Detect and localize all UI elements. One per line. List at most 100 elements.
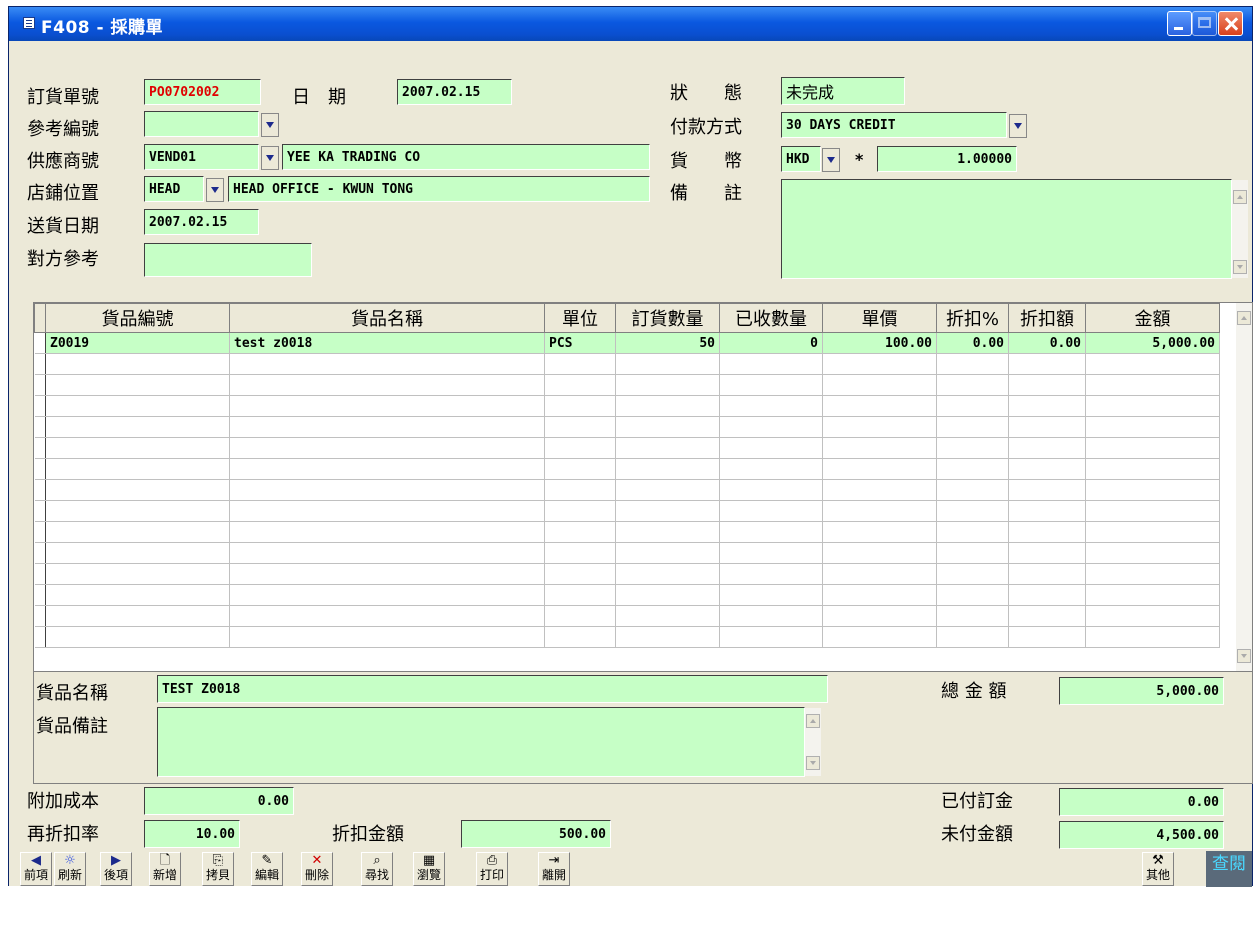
tools-icon: ⚒	[1152, 853, 1164, 868]
ref-no-field[interactable]	[144, 111, 259, 137]
col-discount-amt[interactable]: 折扣額	[1008, 303, 1086, 333]
currency-field[interactable]: HKD	[781, 146, 821, 172]
prev-button[interactable]: ◀ 前項	[20, 852, 52, 886]
edit-icon: ✎	[261, 853, 273, 868]
scroll-down-icon[interactable]	[1233, 260, 1247, 274]
discount-amt-label: 折扣金額	[332, 824, 404, 845]
title-bar[interactable]: F408 - 採購單	[9, 7, 1252, 41]
currency-dropdown-button[interactable]	[822, 148, 840, 172]
date-label: 日 期	[292, 87, 346, 108]
cell-item-name[interactable]: test z0018	[229, 332, 545, 354]
table-row[interactable]: Z0019 test z0018 PCS 50 0 100.00 0.00 0.…	[34, 332, 1220, 354]
table-row[interactable]	[34, 584, 1220, 606]
minimize-button[interactable]	[1167, 11, 1192, 36]
remark-field[interactable]	[781, 179, 1232, 279]
table-row[interactable]	[34, 416, 1220, 438]
table-row[interactable]	[34, 521, 1220, 543]
grid-scrollbar[interactable]	[1236, 303, 1252, 671]
other-button[interactable]: ⚒ 其他	[1142, 852, 1174, 886]
shop-code-field[interactable]: HEAD	[144, 176, 204, 202]
delete-button[interactable]: ✕ 刪除	[301, 852, 333, 886]
cell-unit-price[interactable]: 100.00	[822, 332, 937, 354]
date-field[interactable]: 2007.02.15	[397, 79, 512, 105]
table-row[interactable]	[34, 353, 1220, 375]
payment-field[interactable]: 30 DAYS CREDIT	[781, 112, 1007, 138]
total-field: 5,000.00	[1059, 677, 1224, 705]
delete-x-icon: ✕	[311, 853, 323, 868]
col-received-qty[interactable]: 已收數量	[719, 303, 823, 333]
shop-name-field[interactable]: HEAD OFFICE - KWUN TONG	[228, 176, 650, 202]
toolbar: ◀ 前項 ☼ 刷新 ▶ 後項 🗋 新增 ⎘ 拷貝 ✎ 編輯 ✕ 刪除 ⌕ 尋找	[9, 850, 1252, 887]
order-no-field[interactable]: PO0702002	[144, 79, 261, 105]
rediscount-label: 再折扣率	[27, 824, 99, 845]
vendor-name-field[interactable]: YEE KA TRADING CO	[282, 144, 650, 170]
edit-button[interactable]: ✎ 編輯	[251, 852, 283, 886]
cell-unit[interactable]: PCS	[544, 332, 616, 354]
cell-item-code[interactable]: Z0019	[45, 332, 230, 354]
scroll-up-icon[interactable]	[806, 714, 820, 728]
table-row[interactable]	[34, 479, 1220, 501]
next-button[interactable]: ▶ 後項	[100, 852, 132, 886]
table-row[interactable]	[34, 374, 1220, 396]
table-row[interactable]	[34, 458, 1220, 480]
rediscount-field[interactable]: 10.00	[144, 820, 240, 848]
col-order-qty[interactable]: 訂貨數量	[615, 303, 720, 333]
new-document-icon: 🗋	[159, 853, 171, 868]
remark-label: 備 註	[670, 183, 742, 204]
table-row[interactable]	[34, 437, 1220, 459]
col-item-name[interactable]: 貨品名稱	[229, 303, 545, 333]
shop-label: 店鋪位置	[27, 183, 99, 204]
remark-scrollbar[interactable]	[1232, 180, 1248, 278]
col-discount-pct[interactable]: 折扣%	[936, 303, 1009, 333]
cell-discount-pct[interactable]: 0.00	[936, 332, 1009, 354]
col-amount[interactable]: 金額	[1085, 303, 1220, 333]
copy-button[interactable]: ⎘ 拷貝	[202, 852, 234, 886]
cell-amount[interactable]: 5,000.00	[1085, 332, 1220, 354]
payment-dropdown-button[interactable]	[1009, 114, 1027, 138]
table-row[interactable]	[34, 605, 1220, 627]
deposit-label: 已付訂金	[941, 791, 1013, 812]
items-grid[interactable]: 貨品編號 貨品名稱 單位 訂貨數量 已收數量 單價 折扣% 折扣額 金額 Z00…	[33, 302, 1253, 672]
table-row[interactable]	[34, 626, 1220, 648]
vendor-code-field[interactable]: VEND01	[144, 144, 259, 170]
window-title: F408 - 採購單	[41, 18, 163, 38]
table-row[interactable]	[34, 563, 1220, 585]
order-no-label: 訂貨單號	[27, 87, 99, 108]
cell-order-qty[interactable]: 50	[615, 332, 720, 354]
scroll-down-icon[interactable]	[806, 756, 820, 770]
print-button[interactable]: ⎙ 打印	[476, 852, 508, 886]
exit-button[interactable]: ⇥ 離開	[538, 852, 570, 886]
col-unit[interactable]: 單位	[544, 303, 616, 333]
cell-received-qty[interactable]: 0	[719, 332, 823, 354]
vendor-dropdown-button[interactable]	[261, 146, 279, 170]
form-icon	[23, 17, 35, 29]
ref-no-dropdown-button[interactable]	[261, 113, 279, 137]
browse-button[interactable]: ▦ 瀏覽	[413, 852, 445, 886]
counter-ref-field[interactable]	[144, 243, 312, 277]
table-row[interactable]	[34, 542, 1220, 564]
shop-dropdown-button[interactable]	[206, 178, 224, 202]
delivery-date-field[interactable]: 2007.02.15	[144, 209, 259, 235]
vendor-label: 供應商號	[27, 151, 99, 172]
col-item-code[interactable]: 貨品編號	[45, 303, 230, 333]
scroll-up-icon[interactable]	[1233, 190, 1247, 204]
scroll-down-icon[interactable]	[1237, 649, 1251, 663]
unpaid-field: 4,500.00	[1059, 821, 1224, 849]
binoculars-icon: ⌕	[373, 853, 381, 868]
refresh-button[interactable]: ☼ 刷新	[54, 852, 86, 886]
item-remark-field[interactable]	[157, 707, 805, 777]
extra-cost-field[interactable]: 0.00	[144, 787, 294, 815]
new-button[interactable]: 🗋 新增	[149, 852, 181, 886]
cell-discount-amt[interactable]: 0.00	[1008, 332, 1086, 354]
table-row[interactable]	[34, 395, 1220, 417]
table-row[interactable]	[34, 500, 1220, 522]
scroll-up-icon[interactable]	[1237, 311, 1251, 325]
item-name-field[interactable]: TEST Z0018	[157, 675, 828, 703]
maximize-button[interactable]	[1192, 11, 1217, 36]
unpaid-label: 未付金額	[941, 824, 1013, 845]
find-button[interactable]: ⌕ 尋找	[361, 852, 393, 886]
col-unit-price[interactable]: 單價	[822, 303, 937, 333]
exchange-rate-field[interactable]: 1.00000	[877, 146, 1017, 172]
close-button[interactable]	[1218, 11, 1243, 36]
item-remark-scrollbar[interactable]	[805, 708, 821, 776]
